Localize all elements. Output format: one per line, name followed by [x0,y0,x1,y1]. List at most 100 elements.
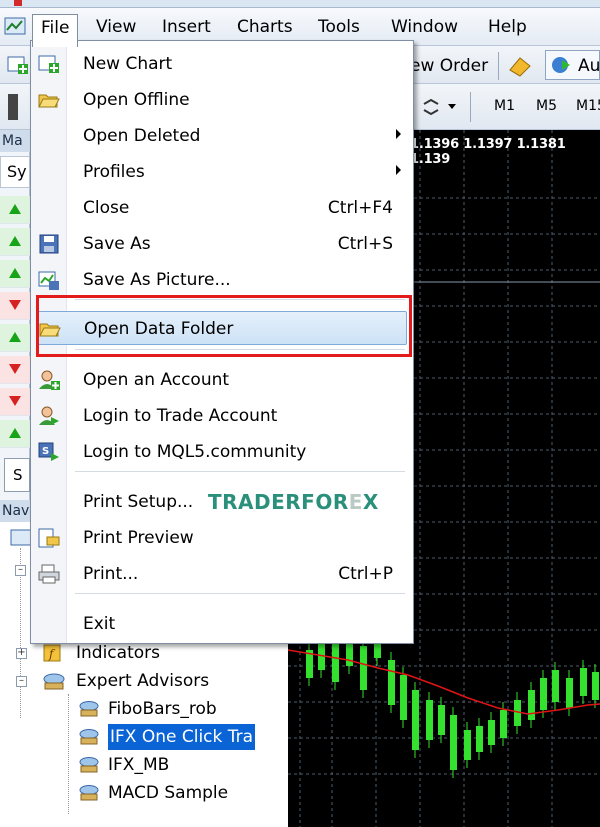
menu-tools[interactable]: Tools [310,14,368,42]
price-down-icon [9,396,21,406]
timeframe-m1[interactable]: M1 [494,98,515,114]
file-menu-dropdown: New Chart Open Offline Open Deleted Profile… [30,40,414,644]
candle-body [464,730,471,760]
periods-icon[interactable] [420,96,442,118]
market-watch-row[interactable] [0,292,30,320]
menu-file[interactable]: File [32,14,79,47]
candle-body [566,678,573,708]
menu-item-shortcut: Ctrl+S [337,234,393,254]
file-menu-item-print[interactable]: Print... Ctrl+P [31,557,413,591]
price-up-icon [9,268,21,278]
file-menu-item-open-offline[interactable]: Open Offline [31,83,413,117]
menu-item-shortcut: Ctrl+F4 [327,198,393,218]
autotrading-label: Au [578,56,600,76]
file-menu-item-exit[interactable]: Exit [31,607,413,641]
menu-item-label: Open Deleted [83,126,201,146]
file-menu-item-open-data-folder[interactable]: Open Data Folder [37,311,407,345]
menu-item-label: Print... [83,564,139,584]
file-menu-item-save-as[interactable]: Save As Ctrl+S [31,227,413,261]
nav-item-label: FiboBars_rob [108,699,217,719]
cursor-icon[interactable] [8,94,22,120]
file-menu-item-login-to-mql5-community[interactable]: S Login to MQL5.community [31,435,413,469]
toolbar-separator [498,52,499,80]
file-menu-item-new-chart[interactable]: New Chart [31,47,413,81]
folder-icon [39,323,61,337]
file-menu-item-close[interactable]: Close Ctrl+F4 [31,191,413,225]
menu-item-label: Open an Account [83,370,230,390]
menu-item-label: New Chart [83,54,173,74]
symbols-tab[interactable]: S [4,458,30,492]
candle-body [438,705,445,735]
file-menu-item-open-deleted[interactable]: Open Deleted [31,119,413,153]
market-watch-row[interactable] [0,228,30,256]
candle-body [592,672,599,700]
mql5-icon: S [38,442,59,461]
symbol-column-header[interactable]: Sy [0,156,30,188]
menu-view[interactable]: View [88,14,144,42]
candle-body [412,690,419,750]
menu-insert[interactable]: Insert [154,14,219,42]
navigator-header: Nav [0,500,30,522]
candle-body [450,715,457,770]
file-menu-item-open-an-account[interactable]: Open an Account [31,363,413,397]
menu-item-label: Exit [83,614,116,634]
candle-body [500,710,507,738]
price-down-icon [9,300,21,310]
candle-body [360,646,367,690]
nav-item-label: MACD Sample [108,783,229,803]
market-watch-row[interactable] [0,356,30,384]
menu-window[interactable]: Window [383,14,466,42]
indicators-icon: f [43,644,61,662]
market-watch-row[interactable] [0,196,30,224]
menu-item-label: Print Setup... [83,492,194,512]
svg-text:S: S [42,446,49,457]
candle-body [540,678,547,710]
timeframe-m15[interactable]: M15 [576,98,600,114]
tree-expander-icon[interactable]: – [15,565,26,576]
file-menu-item-print-preview[interactable]: Print Preview [31,521,413,555]
autotrading-icon [552,57,570,73]
timeframe-m5[interactable]: M5 [536,98,557,114]
new-order-button[interactable]: ew Order [410,56,488,76]
menu-help[interactable]: Help [480,14,535,42]
collapse-experts-icon[interactable]: – [16,676,27,687]
new-chart-icon [38,55,59,73]
candle-body [552,670,559,702]
candle-body [488,720,495,745]
metaeditor-icon[interactable] [506,54,534,78]
candle-body [476,726,483,752]
new-chart-toolbar-icon[interactable] [6,54,30,76]
menu-item-label: Open Offline [83,90,190,110]
file-menu-item-login-to-trade-account[interactable]: Login to Trade Account [31,399,413,433]
market-watch-row[interactable] [0,324,30,352]
save-picture-icon [38,271,59,290]
print-preview-icon [38,528,60,548]
menu-separator [75,349,405,350]
price-up-icon [9,428,21,438]
menu-item-shortcut: Ctrl+P [338,564,393,584]
menu-charts[interactable]: Charts [229,14,301,42]
open-offline-icon [38,94,60,108]
file-menu-item-profiles[interactable]: Profiles [31,155,413,189]
app-icon[interactable] [4,16,28,38]
candle-body [580,668,587,696]
login-icon [39,406,59,425]
price-scale-labels: 1.1396 1.1397 1.1381 1.139 [410,137,566,167]
autotrading-button[interactable]: Au [545,50,600,80]
printer-icon [38,564,60,584]
price-down-icon [9,364,21,374]
expert-advisors-icon [43,673,65,690]
nav-item-label: IFX One Click Tra [108,724,256,750]
menu-item-label: Close [83,198,130,218]
market-watch-header: Ma [0,130,30,152]
market-watch-row[interactable] [0,260,30,288]
market-watch-row[interactable] [0,420,30,448]
watermark-text: TRADERFOR [208,490,349,514]
watermark-text: X [362,490,379,514]
account-icon [39,370,60,390]
expand-indicators-icon[interactable]: + [16,648,27,659]
market-watch-row[interactable] [0,388,30,416]
periods-dropdown-icon[interactable] [448,104,456,109]
file-menu-item-save-as-picture[interactable]: Save As Picture... [31,263,413,297]
menu-separator [75,299,405,300]
